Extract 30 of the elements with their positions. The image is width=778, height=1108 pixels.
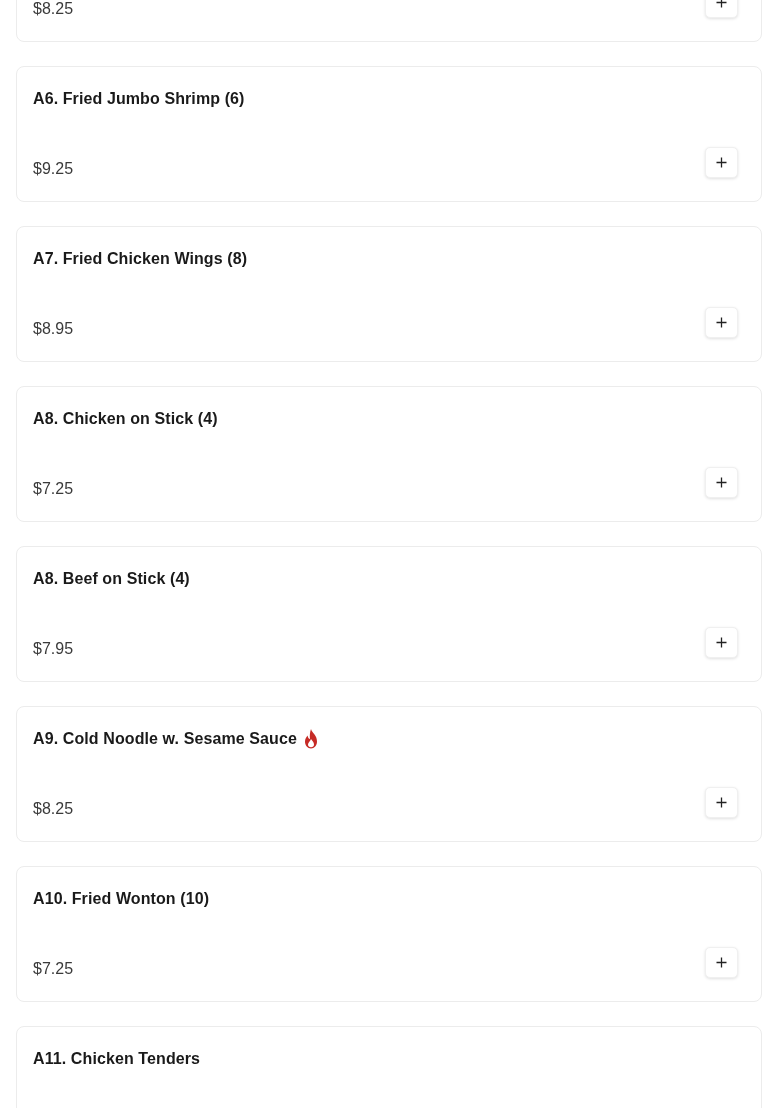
item-price: $8.95	[33, 319, 74, 339]
plus-icon	[716, 797, 727, 808]
menu-item-card[interactable]: A9. Cold Noodle w. Sesame Sauce $8.25	[16, 706, 762, 842]
plus-icon	[716, 957, 727, 968]
plus-icon	[716, 157, 727, 168]
item-price: $9.25	[33, 159, 74, 179]
item-name: A10. Fried Wonton (10)	[33, 890, 210, 908]
menu-item-card[interactable]: A11. Chicken Tenders	[16, 1026, 762, 1108]
menu-item-card[interactable]: A8. Chicken on Stick (4) $7.25	[16, 386, 762, 522]
item-price: $7.95	[33, 639, 74, 659]
menu-item-card[interactable]: A6. Fried Jumbo Shrimp (6) $9.25	[16, 66, 762, 202]
plus-icon	[716, 317, 727, 328]
item-name: A6. Fried Jumbo Shrimp (6)	[33, 90, 245, 108]
plus-icon	[716, 637, 727, 648]
item-name: A8. Chicken on Stick (4)	[33, 410, 218, 428]
item-name: A11. Chicken Tenders	[33, 1050, 201, 1068]
flame-icon	[302, 729, 319, 749]
menu-item-card[interactable]: A8. Beef on Stick (4) $7.95	[16, 546, 762, 682]
item-price: $7.25	[33, 479, 74, 499]
item-name: A7. Fried Chicken Wings (8)	[33, 250, 248, 268]
item-name: A8. Beef on Stick (4)	[33, 570, 190, 588]
item-name: A9. Cold Noodle w. Sesame Sauce	[33, 730, 297, 748]
menu-item-card[interactable]: A7. Fried Chicken Wings (8) $8.95	[16, 226, 762, 362]
menu-item-card[interactable]: A10. Fried Wonton (10) $7.25	[16, 866, 762, 1002]
plus-icon	[716, 477, 727, 488]
item-price: $8.25	[33, 799, 74, 819]
item-price: $8.25	[33, 0, 74, 19]
item-price: $7.25	[33, 959, 74, 979]
plus-icon	[716, 0, 727, 8]
menu-item-card[interactable]: $8.25	[16, 0, 762, 42]
